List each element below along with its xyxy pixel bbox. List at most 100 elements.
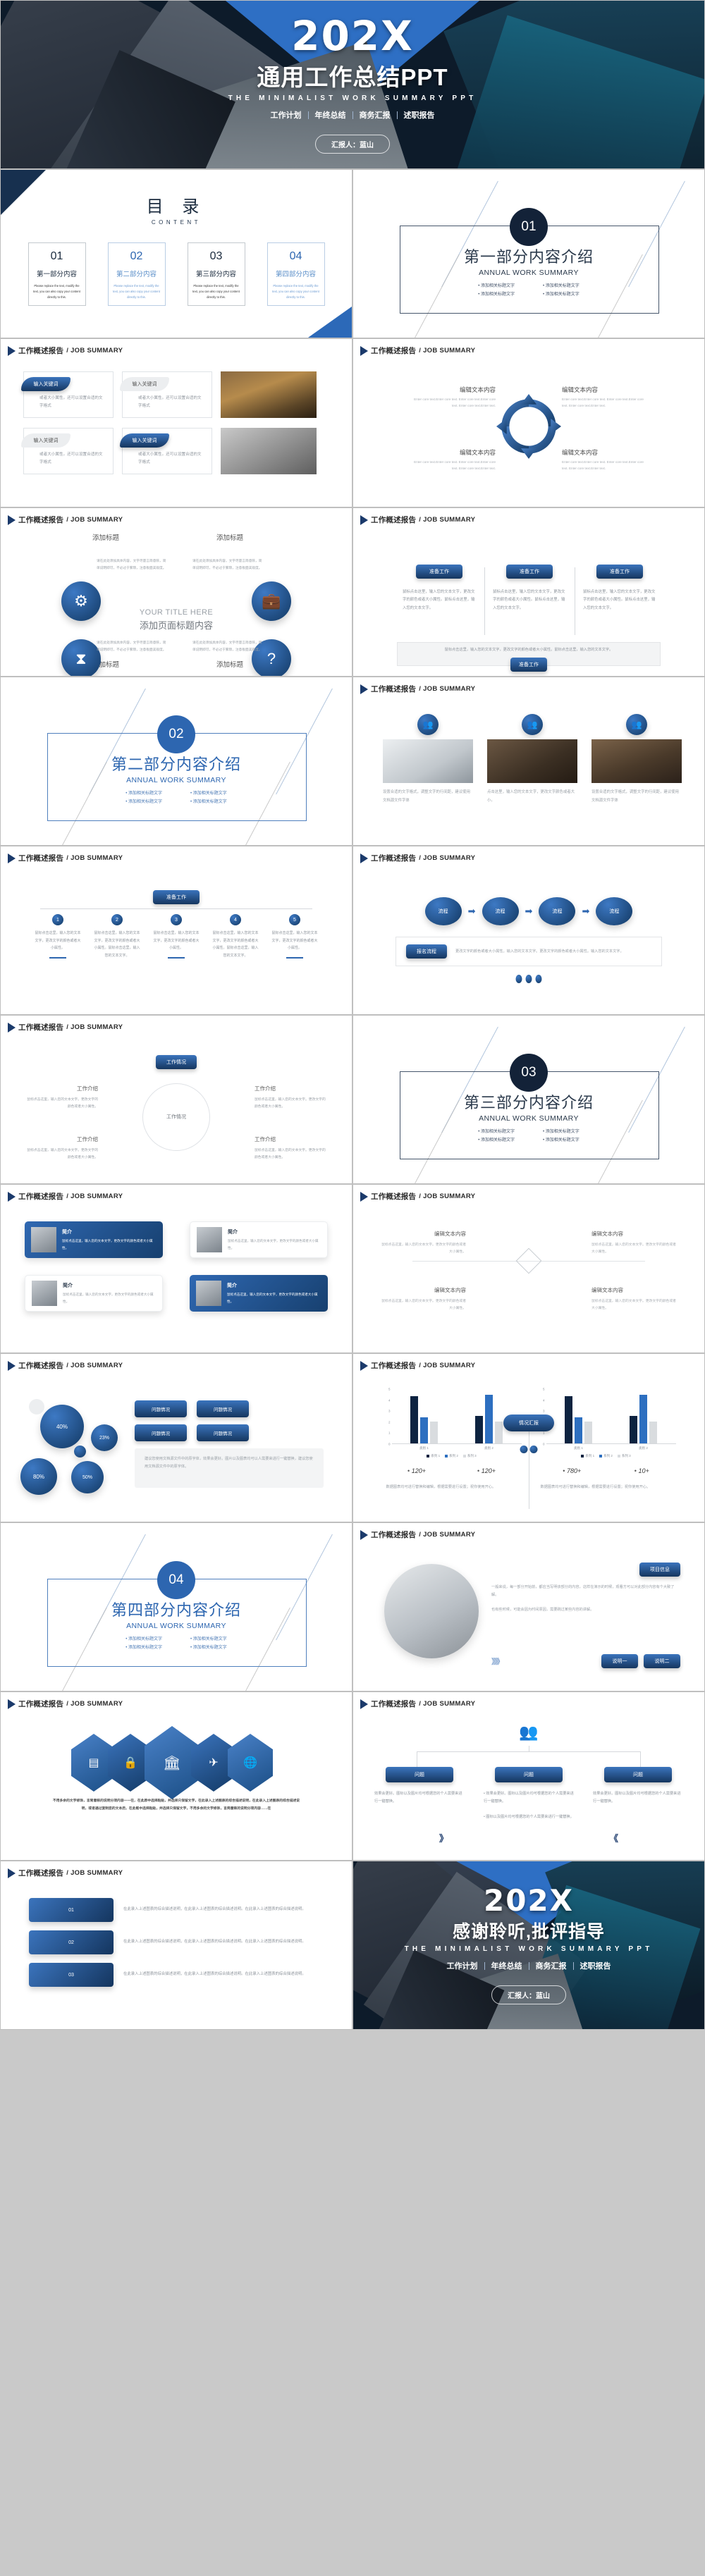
laptop-info-list: 项目信息 一般来说，每一部分开始前，都应当写明该部分的内容，这样在演示的时候，观… [491, 1563, 680, 1614]
profile-card[interactable]: 简介 鼠标点击这里，输入您的文本文字，更改文字的颜色或者大小属性。 [25, 1221, 163, 1258]
pagination-dots[interactable] [515, 975, 542, 983]
profile-card[interactable]: 简介 鼠标点击这里，输入您的文本文字，更改文字的颜色或者大小属性。 [25, 1275, 163, 1312]
slide-section-01[interactable]: 01 第一部分内容介绍 ANNUAL WORK SUMMARY 添加相关标题文字… [352, 169, 705, 338]
laptop-button[interactable]: 说明一 [601, 1654, 638, 1668]
process-step[interactable]: 流程 [596, 897, 633, 925]
issue-pill[interactable]: 问题情况 [135, 1400, 187, 1417]
slide-org-chart[interactable]: 工作概述报告 / JOB SUMMARY 👥 问题 效果会更好。图标以及图片均可… [352, 1691, 705, 1861]
issue-pill[interactable]: 问题情况 [135, 1424, 187, 1441]
bubble[interactable]: 40% [40, 1405, 84, 1448]
slide-five-nodes[interactable]: 工作概述报告 / JOB SUMMARY 准备工作 1 鼠标点击这里，输入您的文… [0, 846, 352, 1015]
cycle-label-bottom-left: 编辑文本内容 Enter core text.Enter core text. … [411, 448, 496, 472]
arrow-right-icon: ➡ [467, 906, 476, 916]
process-step[interactable]: 流程 [424, 897, 462, 925]
org-column[interactable]: 问题 效果会更好。图标以及图片均可根据您的个人需要来进行一键替换。 图标以及图片… [484, 1767, 574, 1821]
toc-item-03[interactable]: 03 第三部分内容 Please replace the text, modif… [187, 242, 245, 306]
photo-thumbnail [487, 739, 577, 783]
issue-pill[interactable]: 问题情况 [197, 1400, 249, 1417]
slide-profile-cards[interactable]: 工作概述报告 / JOB SUMMARY 简介 鼠标点击这里，输入您的文本文字，… [0, 1184, 352, 1353]
org-connector-branch [417, 1751, 641, 1767]
toc-label: 第一部分内容 [36, 271, 77, 278]
column-item[interactable]: 准备工作 鼠标点击这里，输入您的文本文字，更改文字的颜色或者大小属性。鼠标点击这… [484, 565, 575, 636]
radial-top-pill[interactable]: 工作情况 [156, 1055, 197, 1069]
globe-icon[interactable]: 🌐 [228, 1734, 273, 1792]
row-tag: 02 [29, 1930, 114, 1954]
laptop-pill[interactable]: 项目信息 [639, 1563, 680, 1577]
radial-label-title: 工作介绍 [255, 1136, 276, 1142]
keyword-card[interactable]: 输入关键词 或者大小属性。还可以设置合适的文字格式 [120, 371, 212, 418]
toc-title-en: CONTENT [151, 219, 202, 226]
toc-item-04[interactable]: 04 第四部分内容 Please replace the text, modif… [266, 242, 325, 306]
slide-thank-you[interactable]: 202X 感谢聆听,批评指导 THE MINIMALIST WORK SUMMA… [352, 1861, 705, 2030]
cycle-label-desc: Enter core text.Enter core text. Enter c… [414, 460, 496, 471]
numbered-row[interactable]: 01 在此录入上述图表的综合描述说明，在此录入上述图表的综合描述说明。在此录入上… [29, 1898, 324, 1922]
slide-section-03[interactable]: 03 第三部分内容介绍 ANNUAL WORK SUMMARY 添加相关标题文字… [352, 1015, 705, 1184]
photo-cell[interactable]: 👥 设置合适的文字格式，调整文字的行间距，建议使用文档源文件字体 [383, 714, 473, 806]
slide-photo-row[interactable]: 工作概述报告 / JOB SUMMARY 👥 设置合适的文字格式，调整文字的行间… [352, 677, 705, 846]
numbered-row[interactable]: 02 在此录入上述图表的综合描述说明，在此录入上述图表的综合描述说明。在此录入上… [29, 1930, 324, 1954]
slide-laptop-circle[interactable]: 工作概述报告 / JOB SUMMARY 项目信息 一般来说，每一部分开始前，都… [352, 1522, 705, 1691]
users-icon: 👥 [522, 714, 543, 735]
slide-hex-icons[interactable]: 工作概述报告 / JOB SUMMARY ▤ 🔒 🏛 ✈ 🌐 不用多余的文字修饰… [0, 1691, 352, 1861]
tree-node[interactable]: 3 鼠标点击这里，输入您的文本文字，更改文字的颜色或者大小属性。 [153, 914, 200, 959]
tree-node[interactable]: 5 鼠标点击这里，输入您的文本文字，更改文字的颜色或者大小属性。 [271, 914, 318, 959]
bubble[interactable]: 80% [20, 1458, 57, 1495]
keyword-card[interactable]: 输入关键词 或者大小属性。还可以设置合适的文字格式 [21, 428, 114, 474]
slide-table-of-contents[interactable]: 目 录 CONTENT 01 第一部分内容 Please replace the… [0, 169, 352, 338]
org-column[interactable]: 问题 效果会更好。图标以及图片均可根据您的个人需要来进行一键替换。 [374, 1767, 465, 1821]
slide-three-column[interactable]: 工作概述报告 / JOB SUMMARY 准备工作 鼠标点击这里，输入您的文本文… [352, 507, 705, 677]
bubble[interactable]: 23% [91, 1424, 118, 1451]
process-note-pill[interactable]: 报名流程 [406, 944, 447, 959]
section-bullet: 添加相关标题文字 [190, 799, 227, 807]
process-step[interactable]: 流程 [539, 897, 576, 925]
header-title-en: / JOB SUMMARY [419, 1700, 476, 1708]
issue-pill[interactable]: 问题情况 [197, 1424, 249, 1441]
chart-center-pill-wrap: 情况汇报 [503, 1415, 554, 1431]
bubble[interactable]: 50% [71, 1461, 104, 1493]
photo-cell[interactable]: 👥 点击这里，输入您的文本文字，更改文字颜色或者大小。 [487, 714, 577, 806]
triangle-icon [8, 853, 16, 863]
chart-center-pill[interactable]: 情况汇报 [503, 1415, 554, 1431]
slide-header: 工作概述报告 / JOB SUMMARY [360, 514, 475, 525]
tree-node[interactable]: 2 鼠标点击这里，输入您的文本文字，更改文字的颜色或者大小属性。鼠标点击这里，输… [94, 914, 140, 959]
tree-node[interactable]: 1 鼠标点击这里，输入您的文本文字，更改文字的颜色或者大小属性。 [35, 914, 81, 959]
org-column[interactable]: 问题 效果会更好。图标以及图片均可根据您的个人需要来进行一键替换。 [593, 1767, 683, 1821]
stat-value: 120+ [477, 1467, 496, 1474]
keyword-card[interactable]: 输入关键词 或者大小属性。还可以设置合适的文字格式 [120, 428, 212, 474]
slide-compass-quadrant[interactable]: 工作概述报告 / JOB SUMMARY 编辑文本内容 鼠标点击这里，输入您的文… [352, 1184, 705, 1353]
row-tag: 03 [29, 1963, 114, 1987]
slide-section-02[interactable]: 02 第二部分内容介绍 ANNUAL WORK SUMMARY 添加相关标题文字… [0, 677, 352, 846]
process-step[interactable]: 流程 [482, 897, 519, 925]
slide-icon-quadrant[interactable]: 工作概述报告 / JOB SUMMARY 添加标题 添加标题 添加标题 添加标题… [0, 507, 352, 677]
slide-radial-diagram[interactable]: 工作概述报告 / JOB SUMMARY 工作情况 工作情况 工作介绍 鼠标点击… [0, 1015, 352, 1184]
profile-card[interactable]: 简介 鼠标点击这里，输入您的文本文字，更改文字的颜色或者大小属性。 [190, 1221, 328, 1258]
slide-bubble-chart[interactable]: 工作概述报告 / JOB SUMMARY 40% 23% 80% 50% 问题情… [0, 1353, 352, 1522]
slide-process-flow[interactable]: 工作概述报告 / JOB SUMMARY 流程 ➡ 流程 ➡ 流程 ➡ 流程 报… [352, 846, 705, 1015]
triangle-icon [360, 1529, 368, 1540]
bar-group-cat2 [475, 1395, 503, 1443]
tree-node[interactable]: 4 鼠标点击这里，输入您的文本文字，更改文字的颜色或者大小属性。鼠标点击这里，输… [212, 914, 259, 959]
photo-louvre [221, 371, 317, 418]
keyword-card[interactable]: 输入关键词 或者大小属性。还可以设置合适的文字格式 [21, 371, 114, 418]
y-tick: 3 [388, 1409, 391, 1413]
profile-card[interactable]: 简介 鼠标点击这里，输入您的文本文字，更改文字的颜色或者大小属性。 [190, 1275, 328, 1312]
column-item[interactable]: 准备工作 鼠标点击这里，输入您的文本文字，更改文字的颜色或者大小属性。鼠标点击这… [575, 565, 665, 636]
slide-keyword-cards[interactable]: 工作概述报告 / JOB SUMMARY 输入关键词 或者大小属性。还可以设置合… [0, 338, 352, 507]
slide-bar-charts[interactable]: 工作概述报告 / JOB SUMMARY 5 4 3 2 1 0 类别 1 类别… [352, 1353, 705, 1522]
laptop-button[interactable]: 说明二 [644, 1654, 680, 1668]
numbered-row[interactable]: 03 在此录入上述图表的综合描述说明，在此录入上述图表的综合描述说明。在此录入上… [29, 1963, 324, 1987]
slide-cycle-diagram[interactable]: 工作概述报告 / JOB SUMMARY 编辑文本内容 Enter core t… [352, 338, 705, 507]
tree-top-pill[interactable]: 准备工作 [153, 890, 200, 904]
column-item[interactable]: 准备工作 鼠标点击这里，输入您的文本文字，更改文字的颜色或者大小属性。鼠标点击这… [394, 565, 484, 612]
photo-cell[interactable]: 👥 设置合适的文字格式，调整文字的行间距，建议使用文档源文件字体 [591, 714, 682, 806]
slide-section-04[interactable]: 04 第四部分内容介绍 ANNUAL WORK SUMMARY 添加相关标题文字… [0, 1522, 352, 1691]
radial-label-right-top: 工作介绍 鼠标点击这里，输入您的文本文字。更改文字的颜色或者大小属性。 [255, 1083, 328, 1110]
slide-numbered-rows[interactable]: 工作概述报告 / JOB SUMMARY 01 在此录入上述图表的综合描述说明，… [0, 1861, 352, 2030]
section-title-en: ANNUAL WORK SUMMARY [479, 269, 579, 277]
legend-item: 系列 3 [462, 1454, 477, 1458]
note-pill[interactable]: 准备工作 [510, 658, 547, 672]
toc-item-02[interactable]: 02 第二部分内容 Please replace the text, modif… [107, 242, 166, 306]
toc-item-01[interactable]: 01 第一部分内容 Please replace the text, modif… [27, 242, 86, 306]
slide-cover[interactable]: 202X 通用工作总结PPT THE MINIMALIST WORK SUMMA… [0, 0, 705, 169]
hex-note-text: 不用多余的文字修饰，言简意赅的说明分项内容一一在，在此原中选择粘贴，并选择只保留… [52, 1799, 300, 1811]
